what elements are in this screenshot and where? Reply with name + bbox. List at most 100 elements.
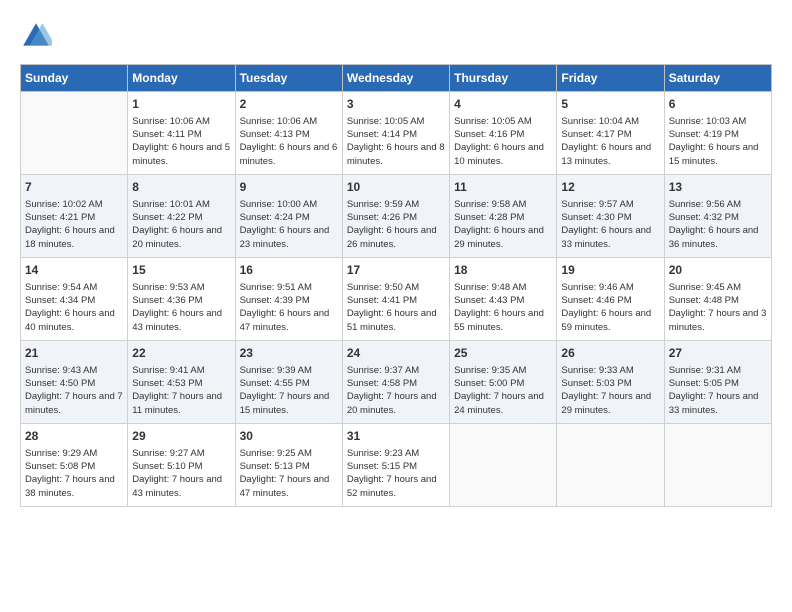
calendar-week-row: 28 Sunrise: 9:29 AM Sunset: 5:08 PM Dayl… xyxy=(21,423,772,506)
day-number: 1 xyxy=(132,96,230,113)
sunrise-text: Sunrise: 9:27 AM xyxy=(132,448,204,459)
sunrise-text: Sunrise: 9:39 AM xyxy=(240,365,312,376)
calendar-cell: 16 Sunrise: 9:51 AM Sunset: 4:39 PM Dayl… xyxy=(235,257,342,340)
sunset-text: Sunset: 4:43 PM xyxy=(454,295,524,306)
sunrise-text: Sunrise: 9:53 AM xyxy=(132,282,204,293)
calendar-cell: 29 Sunrise: 9:27 AM Sunset: 5:10 PM Dayl… xyxy=(128,423,235,506)
sunrise-text: Sunrise: 9:29 AM xyxy=(25,448,97,459)
calendar-cell: 10 Sunrise: 9:59 AM Sunset: 4:26 PM Dayl… xyxy=(342,174,449,257)
daylight-text: Daylight: 6 hours and 5 minutes. xyxy=(132,142,230,166)
sunset-text: Sunset: 4:34 PM xyxy=(25,295,95,306)
sunset-text: Sunset: 4:17 PM xyxy=(561,129,631,140)
day-number: 27 xyxy=(669,345,767,362)
sunrise-text: Sunrise: 9:51 AM xyxy=(240,282,312,293)
calendar-cell: 2 Sunrise: 10:06 AM Sunset: 4:13 PM Dayl… xyxy=(235,92,342,175)
day-number: 29 xyxy=(132,428,230,445)
sunrise-text: Sunrise: 9:58 AM xyxy=(454,199,526,210)
sunset-text: Sunset: 4:55 PM xyxy=(240,378,310,389)
sunset-text: Sunset: 5:00 PM xyxy=(454,378,524,389)
sunset-text: Sunset: 4:39 PM xyxy=(240,295,310,306)
daylight-text: Daylight: 6 hours and 55 minutes. xyxy=(454,308,544,332)
page: SundayMondayTuesdayWednesdayThursdayFrid… xyxy=(0,0,792,612)
daylight-text: Daylight: 7 hours and 47 minutes. xyxy=(240,474,330,498)
calendar-cell: 15 Sunrise: 9:53 AM Sunset: 4:36 PM Dayl… xyxy=(128,257,235,340)
daylight-text: Daylight: 7 hours and 11 minutes. xyxy=(132,391,222,415)
sunset-text: Sunset: 4:28 PM xyxy=(454,212,524,223)
sunset-text: Sunset: 4:21 PM xyxy=(25,212,95,223)
sunrise-text: Sunrise: 9:54 AM xyxy=(25,282,97,293)
daylight-text: Daylight: 6 hours and 29 minutes. xyxy=(454,225,544,249)
calendar-cell: 7 Sunrise: 10:02 AM Sunset: 4:21 PM Dayl… xyxy=(21,174,128,257)
calendar-header-friday: Friday xyxy=(557,65,664,92)
sunrise-text: Sunrise: 10:02 AM xyxy=(25,199,103,210)
daylight-text: Daylight: 6 hours and 47 minutes. xyxy=(240,308,330,332)
logo xyxy=(20,20,56,52)
day-number: 2 xyxy=(240,96,338,113)
daylight-text: Daylight: 7 hours and 38 minutes. xyxy=(25,474,115,498)
sunrise-text: Sunrise: 9:43 AM xyxy=(25,365,97,376)
daylight-text: Daylight: 7 hours and 43 minutes. xyxy=(132,474,222,498)
sunset-text: Sunset: 4:41 PM xyxy=(347,295,417,306)
sunset-text: Sunset: 4:48 PM xyxy=(669,295,739,306)
sunrise-text: Sunrise: 9:59 AM xyxy=(347,199,419,210)
day-number: 9 xyxy=(240,179,338,196)
calendar-cell: 23 Sunrise: 9:39 AM Sunset: 4:55 PM Dayl… xyxy=(235,340,342,423)
day-number: 13 xyxy=(669,179,767,196)
sunrise-text: Sunrise: 9:48 AM xyxy=(454,282,526,293)
calendar-week-row: 21 Sunrise: 9:43 AM Sunset: 4:50 PM Dayl… xyxy=(21,340,772,423)
daylight-text: Daylight: 6 hours and 26 minutes. xyxy=(347,225,437,249)
sunset-text: Sunset: 4:16 PM xyxy=(454,129,524,140)
day-number: 3 xyxy=(347,96,445,113)
calendar-cell: 4 Sunrise: 10:05 AM Sunset: 4:16 PM Dayl… xyxy=(450,92,557,175)
sunrise-text: Sunrise: 9:57 AM xyxy=(561,199,633,210)
sunset-text: Sunset: 4:11 PM xyxy=(132,129,202,140)
day-number: 6 xyxy=(669,96,767,113)
calendar-cell: 11 Sunrise: 9:58 AM Sunset: 4:28 PM Dayl… xyxy=(450,174,557,257)
sunset-text: Sunset: 5:03 PM xyxy=(561,378,631,389)
calendar-header-row: SundayMondayTuesdayWednesdayThursdayFrid… xyxy=(21,65,772,92)
calendar-cell xyxy=(450,423,557,506)
calendar-week-row: 7 Sunrise: 10:02 AM Sunset: 4:21 PM Dayl… xyxy=(21,174,772,257)
logo-icon xyxy=(20,20,52,52)
sunset-text: Sunset: 4:22 PM xyxy=(132,212,202,223)
sunrise-text: Sunrise: 9:31 AM xyxy=(669,365,741,376)
daylight-text: Daylight: 6 hours and 8 minutes. xyxy=(347,142,445,166)
calendar-cell: 31 Sunrise: 9:23 AM Sunset: 5:15 PM Dayl… xyxy=(342,423,449,506)
calendar-week-row: 14 Sunrise: 9:54 AM Sunset: 4:34 PM Dayl… xyxy=(21,257,772,340)
daylight-text: Daylight: 6 hours and 18 minutes. xyxy=(25,225,115,249)
calendar-cell xyxy=(21,92,128,175)
calendar-cell: 5 Sunrise: 10:04 AM Sunset: 4:17 PM Dayl… xyxy=(557,92,664,175)
daylight-text: Daylight: 6 hours and 15 minutes. xyxy=(669,142,759,166)
sunset-text: Sunset: 4:19 PM xyxy=(669,129,739,140)
day-number: 26 xyxy=(561,345,659,362)
sunrise-text: Sunrise: 9:45 AM xyxy=(669,282,741,293)
day-number: 15 xyxy=(132,262,230,279)
daylight-text: Daylight: 6 hours and 51 minutes. xyxy=(347,308,437,332)
day-number: 12 xyxy=(561,179,659,196)
sunrise-text: Sunrise: 9:46 AM xyxy=(561,282,633,293)
sunset-text: Sunset: 4:30 PM xyxy=(561,212,631,223)
day-number: 23 xyxy=(240,345,338,362)
sunrise-text: Sunrise: 10:03 AM xyxy=(669,116,747,127)
calendar-cell: 24 Sunrise: 9:37 AM Sunset: 4:58 PM Dayl… xyxy=(342,340,449,423)
day-number: 24 xyxy=(347,345,445,362)
daylight-text: Daylight: 6 hours and 20 minutes. xyxy=(132,225,222,249)
daylight-text: Daylight: 6 hours and 33 minutes. xyxy=(561,225,651,249)
day-number: 28 xyxy=(25,428,123,445)
daylight-text: Daylight: 7 hours and 29 minutes. xyxy=(561,391,651,415)
sunset-text: Sunset: 5:08 PM xyxy=(25,461,95,472)
sunset-text: Sunset: 4:32 PM xyxy=(669,212,739,223)
sunset-text: Sunset: 4:26 PM xyxy=(347,212,417,223)
sunrise-text: Sunrise: 10:05 AM xyxy=(347,116,425,127)
sunrise-text: Sunrise: 10:06 AM xyxy=(132,116,210,127)
daylight-text: Daylight: 6 hours and 23 minutes. xyxy=(240,225,330,249)
calendar-cell: 12 Sunrise: 9:57 AM Sunset: 4:30 PM Dayl… xyxy=(557,174,664,257)
sunset-text: Sunset: 4:50 PM xyxy=(25,378,95,389)
daylight-text: Daylight: 7 hours and 15 minutes. xyxy=(240,391,330,415)
daylight-text: Daylight: 6 hours and 10 minutes. xyxy=(454,142,544,166)
calendar-cell xyxy=(557,423,664,506)
calendar-header-tuesday: Tuesday xyxy=(235,65,342,92)
day-number: 10 xyxy=(347,179,445,196)
calendar-cell: 27 Sunrise: 9:31 AM Sunset: 5:05 PM Dayl… xyxy=(664,340,771,423)
day-number: 14 xyxy=(25,262,123,279)
